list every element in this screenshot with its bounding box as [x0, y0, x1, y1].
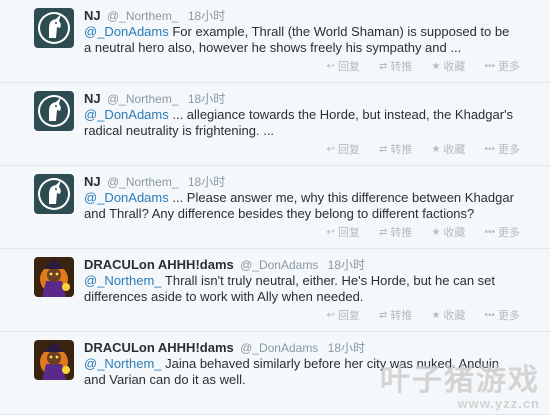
tweet-time[interactable]: 18小时 — [188, 9, 225, 23]
tweet-header: NJ @_Northem_ 18小时 — [84, 8, 225, 24]
tweet-text: @_DonAdams For example, Thrall (the Worl… — [84, 24, 514, 56]
unicorn-avatar-icon[interactable] — [34, 91, 74, 131]
tweet-header: NJ @_Northem_ 18小时 — [84, 174, 225, 190]
more-button[interactable]: ••• 更多 — [484, 224, 520, 240]
unicorn-avatar-icon[interactable] — [34, 8, 74, 48]
warlock-avatar-icon[interactable] — [34, 340, 74, 380]
star-icon: ★ — [431, 309, 441, 321]
author-handle[interactable]: @_Northem_ — [107, 92, 179, 106]
author-handle[interactable]: @_DonAdams — [240, 341, 318, 355]
retweet-button[interactable]: ⇄ 转推 — [379, 307, 412, 323]
mention-link[interactable]: @_DonAdams — [84, 24, 169, 39]
tweet-text: @_Northem_ Jaina behaved similarly befor… — [84, 356, 514, 388]
more-icon: ••• — [484, 226, 495, 238]
tweet-time[interactable]: 18小时 — [188, 175, 225, 189]
favorite-button[interactable]: ★ 收藏 — [431, 141, 465, 157]
retweet-icon: ⇄ — [379, 60, 388, 72]
warlock-avatar-icon[interactable] — [34, 257, 74, 297]
retweet-icon: ⇄ — [379, 309, 388, 321]
more-button[interactable]: ••• 更多 — [484, 58, 520, 74]
reply-button[interactable]: ↩ 回复 — [327, 224, 360, 240]
star-icon: ★ — [431, 226, 441, 238]
more-icon: ••• — [484, 143, 495, 155]
tweet-header: DRACULon AHHH!dams @_DonAdams 18小时 — [84, 340, 365, 356]
tweet-actions: ↩ 回复 ⇄ 转推 ★ 收藏 ••• 更多 — [311, 58, 520, 74]
star-icon: ★ — [431, 143, 441, 155]
more-icon: ••• — [484, 309, 495, 321]
author-handle[interactable]: @_DonAdams — [240, 258, 318, 272]
tweet-text: @_Northem_ Thrall isn't truly neutral, e… — [84, 273, 514, 305]
more-button[interactable]: ••• 更多 — [484, 141, 520, 157]
reply-button[interactable]: ↩ 回复 — [327, 141, 360, 157]
favorite-button[interactable]: ★ 收藏 — [431, 307, 465, 323]
tweet[interactable]: DRACULon AHHH!dams @_DonAdams 18小时 @_Nor… — [0, 249, 550, 332]
star-icon: ★ — [431, 60, 441, 72]
favorite-button[interactable]: ★ 收藏 — [431, 224, 465, 240]
author-name[interactable]: NJ — [84, 8, 101, 23]
more-icon: ••• — [484, 60, 495, 72]
tweet-actions: ↩ 回复 ⇄ 转推 ★ 收藏 ••• 更多 — [311, 224, 520, 240]
mention-link[interactable]: @_Northem_ — [84, 356, 162, 371]
tweet-time[interactable]: 18小时 — [328, 341, 365, 355]
tweet-header: DRACULon AHHH!dams @_DonAdams 18小时 — [84, 257, 365, 273]
favorite-button[interactable]: ★ 收藏 — [431, 58, 465, 74]
reply-button[interactable]: ↩ 回复 — [327, 307, 360, 323]
tweet[interactable]: NJ @_Northem_ 18小时 @_DonAdams For exampl… — [0, 0, 550, 83]
tweet-time[interactable]: 18小时 — [328, 258, 365, 272]
retweet-button[interactable]: ⇄ 转推 — [379, 141, 412, 157]
tweet-actions: ↩ 回复 ⇄ 转推 ★ 收藏 ••• 更多 — [311, 307, 520, 323]
reply-icon: ↩ — [326, 143, 335, 155]
tweet-actions: ↩ 回复 ⇄ 转推 ★ 收藏 ••• 更多 — [311, 141, 520, 157]
tweet-text: @_DonAdams ... Please answer me, why thi… — [84, 190, 514, 222]
unicorn-avatar-icon[interactable] — [34, 174, 74, 214]
mention-link[interactable]: @_Northem_ — [84, 273, 162, 288]
author-name[interactable]: NJ — [84, 174, 101, 189]
tweet-time[interactable]: 18小时 — [188, 92, 225, 106]
author-name[interactable]: DRACULon AHHH!dams — [84, 340, 234, 355]
author-handle[interactable]: @_Northem_ — [107, 175, 179, 189]
reply-button[interactable]: ↩ 回复 — [327, 58, 360, 74]
author-name[interactable]: NJ — [84, 91, 101, 106]
retweet-icon: ⇄ — [379, 143, 388, 155]
author-handle[interactable]: @_Northem_ — [107, 9, 179, 23]
retweet-button[interactable]: ⇄ 转推 — [379, 58, 412, 74]
more-button[interactable]: ••• 更多 — [484, 307, 520, 323]
tweet[interactable]: NJ @_Northem_ 18小时 @_DonAdams ... allegi… — [0, 83, 550, 166]
reply-icon: ↩ — [326, 226, 335, 238]
mention-link[interactable]: @_DonAdams — [84, 107, 169, 122]
retweet-icon: ⇄ — [379, 226, 388, 238]
reply-icon: ↩ — [326, 309, 335, 321]
tweet[interactable]: DRACULon AHHH!dams @_DonAdams 18小时 @_Nor… — [0, 332, 550, 415]
reply-icon: ↩ — [326, 60, 335, 72]
mention-link[interactable]: @_DonAdams — [84, 190, 169, 205]
author-name[interactable]: DRACULon AHHH!dams — [84, 257, 234, 272]
retweet-button[interactable]: ⇄ 转推 — [379, 224, 412, 240]
timeline-feed: NJ @_Northem_ 18小时 @_DonAdams For exampl… — [0, 0, 550, 415]
tweet-header: NJ @_Northem_ 18小时 — [84, 91, 225, 107]
tweet-text: @_DonAdams ... allegiance towards the Ho… — [84, 107, 514, 139]
tweet[interactable]: NJ @_Northem_ 18小时 @_DonAdams ... Please… — [0, 166, 550, 249]
